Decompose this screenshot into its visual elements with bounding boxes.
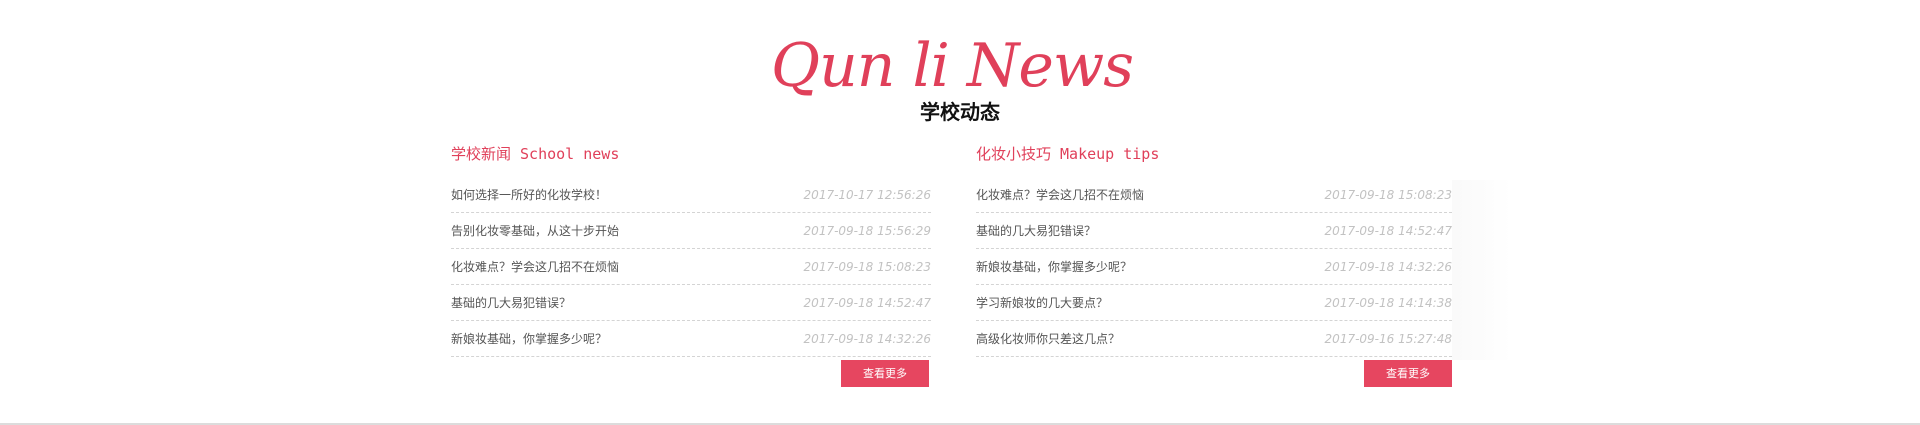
decorative-shadow bbox=[1452, 180, 1512, 360]
list-item[interactable]: 化妆难点？学会这几招不在烦恼 2017-09-18 15:08:23 bbox=[451, 249, 931, 285]
section-subtitle: 学校动态 bbox=[920, 100, 1000, 124]
tip-item-title[interactable]: 化妆难点？学会这几招不在烦恼 bbox=[976, 186, 1144, 203]
news-item-date: 2017-09-18 14:32:26 bbox=[803, 331, 931, 346]
list-item[interactable]: 学习新娘妆的几大要点？ 2017-09-18 14:14:38 bbox=[976, 285, 1452, 321]
school-news-more-button[interactable]: 查看更多 bbox=[841, 360, 929, 387]
news-item-title[interactable]: 告别化妆零基础，从这十步开始 bbox=[451, 222, 619, 239]
tip-item-title[interactable]: 新娘妆基础，你掌握多少呢？ bbox=[976, 258, 1132, 275]
news-item-title[interactable]: 新娘妆基础，你掌握多少呢？ bbox=[451, 330, 607, 347]
makeup-tips-more-button[interactable]: 查看更多 bbox=[1364, 360, 1452, 387]
news-item-title[interactable]: 基础的几大易犯错误？ bbox=[451, 294, 571, 311]
news-item-title[interactable]: 如何选择一所好的化妆学校！ bbox=[451, 186, 607, 203]
makeup-tips-title[interactable]: 化妆小技巧 Makeup tips bbox=[976, 141, 1452, 168]
tip-item-title[interactable]: 学习新娘妆的几大要点？ bbox=[976, 294, 1108, 311]
list-item[interactable]: 化妆难点？学会这几招不在烦恼 2017-09-18 15:08:23 bbox=[976, 177, 1452, 213]
section-title: Qun li News bbox=[770, 31, 1134, 101]
tip-item-date: 2017-09-16 15:27:48 bbox=[1324, 331, 1452, 346]
news-item-date: 2017-09-18 15:08:23 bbox=[803, 259, 931, 274]
news-item-date: 2017-10-17 12:56:26 bbox=[803, 187, 931, 202]
list-item[interactable]: 基础的几大易犯错误？ 2017-09-18 14:52:47 bbox=[976, 213, 1452, 249]
list-item[interactable]: 如何选择一所好的化妆学校！ 2017-10-17 12:56:26 bbox=[451, 177, 931, 213]
tip-item-date: 2017-09-18 15:08:23 bbox=[1324, 187, 1452, 202]
tip-item-date: 2017-09-18 14:52:47 bbox=[1324, 223, 1452, 238]
news-item-date: 2017-09-18 14:52:47 bbox=[803, 295, 931, 310]
news-item-title[interactable]: 化妆难点？学会这几招不在烦恼 bbox=[451, 258, 619, 275]
school-news-column: 学校新闻 School news 如何选择一所好的化妆学校！ 2017-10-1… bbox=[451, 141, 931, 357]
news-item-date: 2017-09-18 15:56:29 bbox=[803, 223, 931, 238]
list-item[interactable]: 告别化妆零基础，从这十步开始 2017-09-18 15:56:29 bbox=[451, 213, 931, 249]
list-item[interactable]: 新娘妆基础，你掌握多少呢？ 2017-09-18 14:32:26 bbox=[451, 321, 931, 357]
news-section: Qun li News 学校动态 学校新闻 School news 如何选择一所… bbox=[0, 0, 1920, 425]
tip-item-title[interactable]: 基础的几大易犯错误？ bbox=[976, 222, 1096, 239]
school-news-list: 如何选择一所好的化妆学校！ 2017-10-17 12:56:26 告别化妆零基… bbox=[451, 177, 931, 357]
makeup-tips-list: 化妆难点？学会这几招不在烦恼 2017-09-18 15:08:23 基础的几大… bbox=[976, 177, 1452, 357]
list-item[interactable]: 基础的几大易犯错误？ 2017-09-18 14:52:47 bbox=[451, 285, 931, 321]
tip-item-title[interactable]: 高级化妆师你只差这几点？ bbox=[976, 330, 1120, 347]
tip-item-date: 2017-09-18 14:14:38 bbox=[1324, 295, 1452, 310]
list-item[interactable]: 新娘妆基础，你掌握多少呢？ 2017-09-18 14:32:26 bbox=[976, 249, 1452, 285]
school-news-title[interactable]: 学校新闻 School news bbox=[451, 141, 931, 168]
tip-item-date: 2017-09-18 14:32:26 bbox=[1324, 259, 1452, 274]
list-item[interactable]: 高级化妆师你只差这几点？ 2017-09-16 15:27:48 bbox=[976, 321, 1452, 357]
makeup-tips-column: 化妆小技巧 Makeup tips 化妆难点？学会这几招不在烦恼 2017-09… bbox=[976, 141, 1452, 357]
